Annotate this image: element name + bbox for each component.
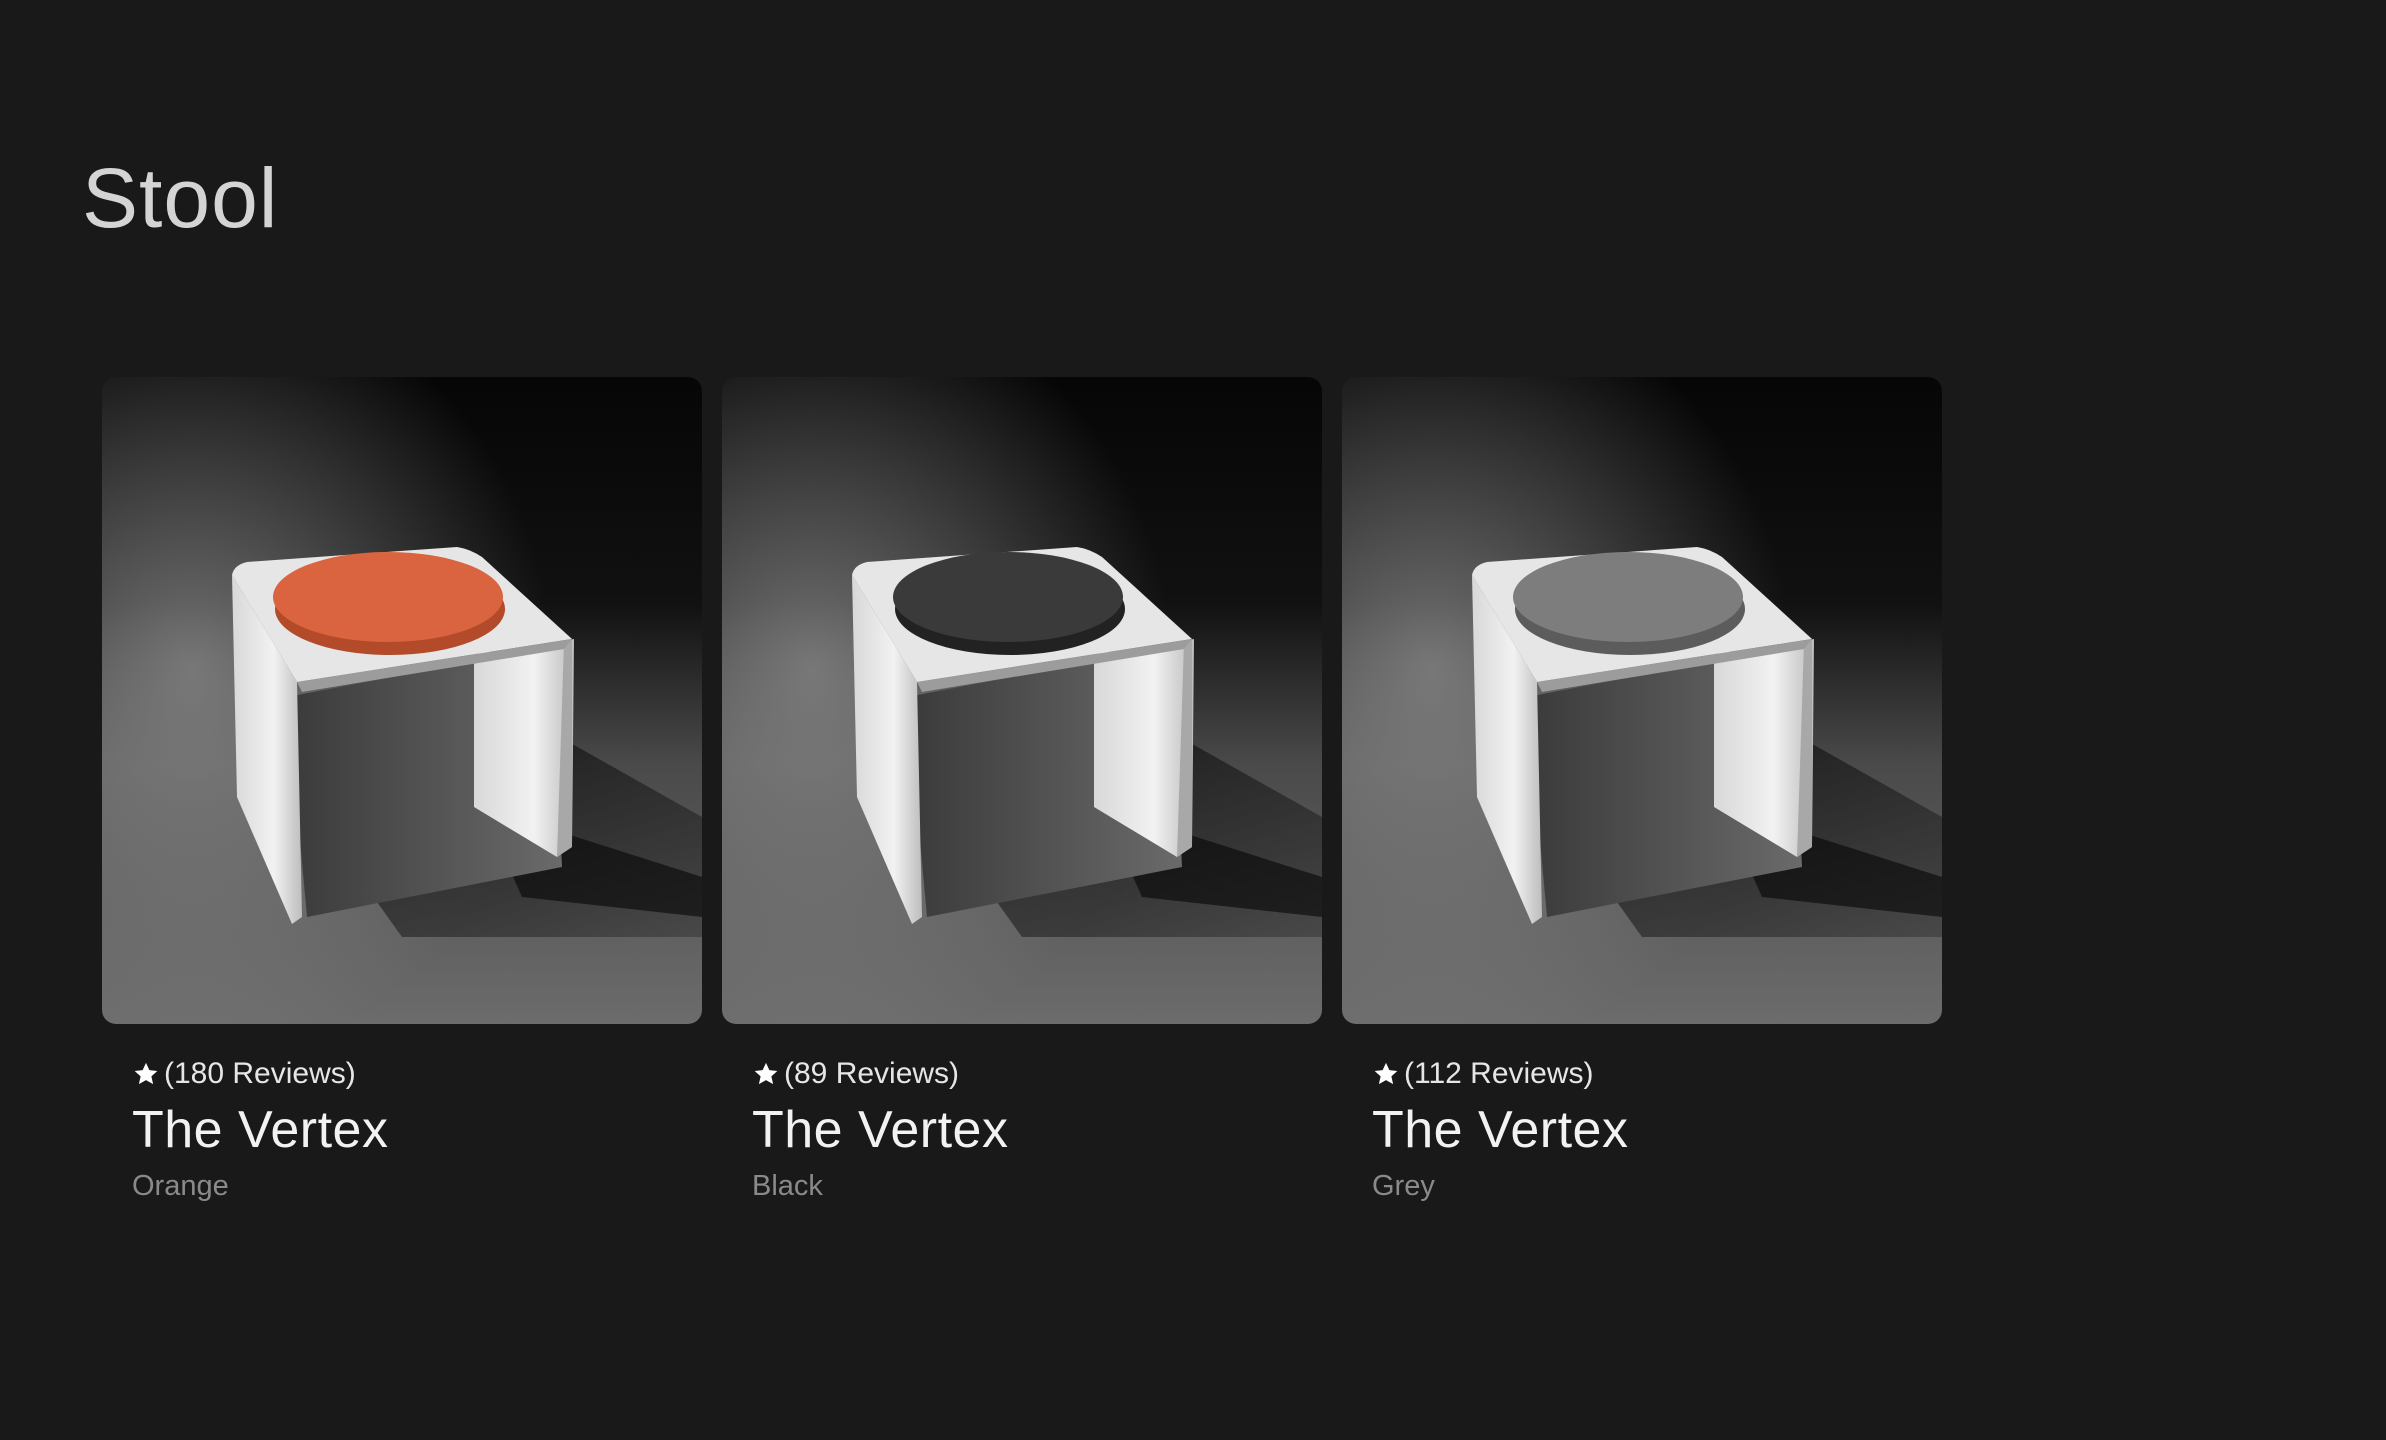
product-name[interactable]: The Vertex (752, 1098, 1322, 1162)
product-rating: (112 Reviews) (1372, 1054, 1942, 1094)
product-name[interactable]: The Vertex (1372, 1098, 1942, 1162)
product-meta: (180 Reviews) The Vertex Orange (102, 1024, 702, 1206)
review-count: (112 Reviews) (1404, 1057, 1594, 1090)
stool-illustration (102, 377, 702, 1024)
product-card[interactable]: (89 Reviews) The Vertex Black (722, 377, 1322, 1206)
product-listing-page: Stool (180 Reviews) The Vertex Orange (8… (0, 0, 2386, 1440)
review-count: (89 Reviews) (784, 1057, 960, 1090)
product-image[interactable] (1342, 377, 1942, 1024)
product-card[interactable]: (112 Reviews) The Vertex Grey (1342, 377, 1942, 1206)
star-icon (1372, 1060, 1400, 1088)
star-icon (132, 1060, 160, 1088)
review-count: (180 Reviews) (164, 1057, 356, 1090)
product-name[interactable]: The Vertex (132, 1098, 702, 1162)
product-card[interactable]: (180 Reviews) The Vertex Orange (102, 377, 702, 1206)
page-title: Stool (82, 151, 279, 245)
product-variant: Black (752, 1170, 823, 1202)
stool-illustration (722, 377, 1322, 1024)
product-image[interactable] (102, 377, 702, 1024)
product-rating: (89 Reviews) (752, 1054, 1322, 1094)
product-meta: (89 Reviews) The Vertex Black (722, 1024, 1322, 1206)
star-icon (752, 1060, 780, 1088)
product-meta: (112 Reviews) The Vertex Grey (1342, 1024, 1942, 1206)
product-variant: Orange (132, 1170, 229, 1202)
stool-illustration (1342, 377, 1942, 1024)
product-variant: Grey (1372, 1170, 1435, 1202)
product-rating: (180 Reviews) (132, 1054, 702, 1094)
product-image[interactable] (722, 377, 1322, 1024)
product-grid: (180 Reviews) The Vertex Orange (89 Revi… (102, 377, 1942, 1206)
